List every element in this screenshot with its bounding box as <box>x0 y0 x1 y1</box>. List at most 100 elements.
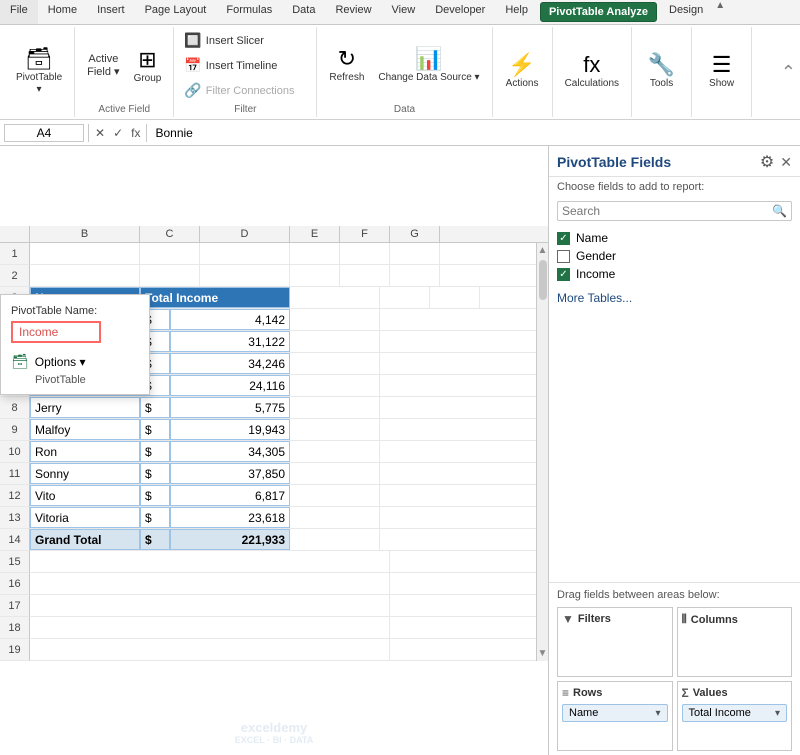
ribbon-expand-btn[interactable]: ▲ <box>713 0 727 11</box>
cell-e8[interactable] <box>290 397 380 418</box>
cell-b14-grand-total[interactable]: Grand Total <box>30 529 140 550</box>
scroll-down-btn[interactable]: ▼ <box>538 648 548 659</box>
tools-btn[interactable]: 🔧 Tools <box>640 50 684 94</box>
cell-b13-vitoria[interactable]: Vitoria <box>30 507 140 528</box>
panel-settings-icon[interactable]: ⚙ <box>760 152 774 172</box>
cell-d9-val[interactable]: 19,943 <box>170 419 290 440</box>
tab-developer[interactable]: Developer <box>425 0 495 24</box>
row-18[interactable]: 18 <box>0 617 30 639</box>
filters-content[interactable] <box>562 628 668 672</box>
cell-d14-total[interactable]: 221,933 <box>170 529 290 550</box>
scroll-thumb[interactable] <box>539 260 547 300</box>
field-item-gender[interactable]: Gender <box>557 247 792 265</box>
formula-confirm-icon[interactable]: ✓ <box>111 126 125 140</box>
vertical-scrollbar[interactable]: ▲ ▼ <box>536 243 548 661</box>
cell-e9[interactable] <box>290 419 380 440</box>
field-checkbox-name[interactable]: ✓ <box>557 232 570 245</box>
cell-f3[interactable] <box>430 287 480 308</box>
cell-g2[interactable] <box>390 265 440 286</box>
tab-formulas[interactable]: Formulas <box>216 0 282 24</box>
cell-e3[interactable] <box>380 287 430 308</box>
row-13[interactable]: 13 <box>0 507 30 529</box>
cell-c2[interactable] <box>140 265 200 286</box>
formula-input[interactable] <box>151 125 796 141</box>
tab-file[interactable]: File <box>0 0 38 24</box>
cell-e11[interactable] <box>290 463 380 484</box>
rows-field-name[interactable]: Name ▾ <box>562 704 668 722</box>
cell-d4-val[interactable]: 4,142 <box>170 309 290 330</box>
values-field-arrow[interactable]: ▾ <box>775 708 780 719</box>
tab-page-layout[interactable]: Page Layout <box>135 0 217 24</box>
insert-timeline-btn[interactable]: 📅 Insert Timeline <box>180 54 310 77</box>
cell-e10[interactable] <box>290 441 380 462</box>
cell-row17[interactable] <box>30 595 390 616</box>
refresh-btn[interactable]: ↻ Refresh <box>323 44 370 88</box>
cell-b9-malfoy[interactable]: Malfoy <box>30 419 140 440</box>
field-item-name[interactable]: ✓ Name <box>557 229 792 247</box>
columns-content[interactable] <box>682 629 788 672</box>
row-9[interactable]: 9 <box>0 419 30 441</box>
cell-e13[interactable] <box>290 507 380 528</box>
cell-c10-dollar[interactable]: $ <box>140 441 170 462</box>
cell-e5[interactable] <box>290 331 380 352</box>
tab-design[interactable]: Design <box>659 0 713 24</box>
field-checkbox-income[interactable]: ✓ <box>557 268 570 281</box>
field-checkbox-gender[interactable] <box>557 250 570 263</box>
insert-slicer-btn[interactable]: 🔲 Insert Slicer <box>180 29 310 52</box>
fields-search-input[interactable] <box>562 204 772 218</box>
pivottable-name-input[interactable] <box>11 321 101 343</box>
tab-help[interactable]: Help <box>495 0 538 24</box>
active-field-btn[interactable]: ActiveField ▾ <box>81 50 125 81</box>
tab-review[interactable]: Review <box>325 0 381 24</box>
rows-field-arrow[interactable]: ▾ <box>655 708 660 719</box>
cell-e7[interactable] <box>290 375 380 396</box>
cell-e1[interactable] <box>290 243 340 264</box>
col-header-f[interactable]: F <box>340 226 390 242</box>
cell-d12-val[interactable]: 6,817 <box>170 485 290 506</box>
cell-c1[interactable] <box>140 243 200 264</box>
options-dropdown-item[interactable]: 🗃 Options ▾ <box>1 349 149 374</box>
cell-d8-val[interactable]: 5,775 <box>170 397 290 418</box>
tab-pivottable-analyze[interactable]: PivotTable Analyze <box>540 2 657 22</box>
pivot-header-income[interactable]: Total Income <box>140 287 290 308</box>
cell-d5-val[interactable]: 31,122 <box>170 331 290 352</box>
ribbon-collapse-btn[interactable]: ⌃ <box>781 62 796 83</box>
row-8[interactable]: 8 <box>0 397 30 419</box>
cell-b12-vito[interactable]: Vito <box>30 485 140 506</box>
cell-row16[interactable] <box>30 573 390 594</box>
cell-c11-dollar[interactable]: $ <box>140 463 170 484</box>
row-10[interactable]: 10 <box>0 441 30 463</box>
actions-btn[interactable]: ⚡ Actions <box>500 50 545 94</box>
show-btn[interactable]: ☰ Show <box>700 50 744 94</box>
cell-e14[interactable] <box>290 529 380 550</box>
col-header-g[interactable]: G <box>390 226 440 242</box>
cell-d6-val[interactable]: 34,246 <box>170 353 290 374</box>
formula-insert-fn-icon[interactable]: fx <box>129 126 142 140</box>
col-header-c[interactable]: C <box>140 226 200 242</box>
cell-d3[interactable] <box>290 287 380 308</box>
cell-d2[interactable] <box>200 265 290 286</box>
name-box[interactable] <box>4 124 84 142</box>
cell-c14-dollar[interactable]: $ <box>140 529 170 550</box>
panel-close-btn[interactable]: ✕ <box>780 154 792 171</box>
col-header-e[interactable]: E <box>290 226 340 242</box>
cell-e6[interactable] <box>290 353 380 374</box>
col-header-d[interactable]: D <box>200 226 290 242</box>
change-data-source-btn[interactable]: 📊 Change Data Source ▾ <box>372 44 485 88</box>
cell-c8-dollar[interactable]: $ <box>140 397 170 418</box>
tab-home[interactable]: Home <box>38 0 87 24</box>
field-item-income[interactable]: ✓ Income <box>557 265 792 283</box>
col-header-b[interactable]: B <box>30 226 140 242</box>
more-tables-link[interactable]: More Tables... <box>549 287 800 309</box>
cell-e12[interactable] <box>290 485 380 506</box>
row-1[interactable]: 1 <box>0 243 30 265</box>
tab-insert[interactable]: Insert <box>87 0 135 24</box>
cell-d1[interactable] <box>200 243 290 264</box>
cell-b8-jerry[interactable]: Jerry <box>30 397 140 418</box>
cell-e4[interactable] <box>290 309 380 330</box>
cell-f2[interactable] <box>340 265 390 286</box>
cell-b2[interactable] <box>30 265 140 286</box>
cell-b11-sonny[interactable]: Sonny <box>30 463 140 484</box>
row-16[interactable]: 16 <box>0 573 30 595</box>
cell-d10-val[interactable]: 34,305 <box>170 441 290 462</box>
